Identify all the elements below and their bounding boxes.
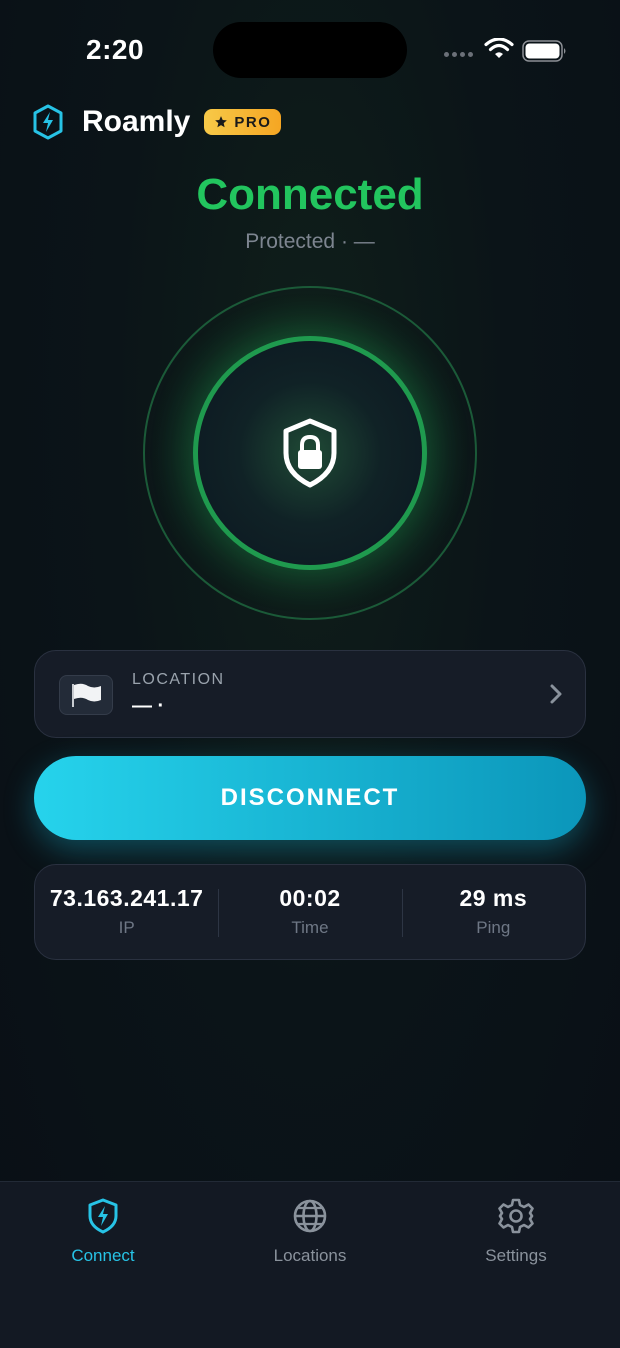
tab-label: Locations — [273, 1246, 347, 1265]
gear-icon — [498, 1198, 534, 1234]
pro-badge[interactable]: PRO — [204, 109, 282, 135]
bolt-shield-logo-icon — [33, 104, 63, 140]
dynamic-island — [213, 22, 407, 78]
stat-ping: 29 ms Ping — [401, 865, 585, 959]
tab-settings[interactable]: Settings — [436, 1196, 596, 1266]
stat-time: 00:02 Time — [218, 865, 401, 959]
app-title: Roamly — [82, 105, 191, 138]
tab-label: Settings — [485, 1246, 547, 1265]
battery-icon — [522, 40, 566, 62]
stat-label: Time — [291, 918, 329, 937]
connection-stats: 73.163.241.17 IP 00:02 Time 29 ms Ping — [34, 864, 586, 960]
tab-bar: Connect Locations Settings — [0, 1181, 620, 1348]
stat-value: 73.163.241.17 — [49, 885, 204, 911]
status-bar: 2:20 — [0, 0, 620, 100]
connection-toggle[interactable] — [193, 336, 427, 570]
app-header: Roamly PRO — [32, 104, 282, 140]
globe-icon — [293, 1199, 327, 1233]
chevron-right-icon — [550, 684, 562, 704]
star-icon — [215, 116, 228, 128]
shield-lock-icon — [283, 418, 337, 488]
wifi-icon — [484, 38, 514, 58]
connection-subtitle: Protected · — — [245, 230, 375, 253]
stat-ip: 73.163.241.17 IP — [35, 865, 218, 959]
stat-label: IP — [118, 918, 135, 937]
tab-connect[interactable]: Connect — [23, 1196, 183, 1266]
tab-label: Connect — [71, 1246, 135, 1265]
cellular-signal-icon — [444, 52, 473, 57]
stat-label: Ping — [476, 918, 511, 937]
stat-value: 00:02 — [279, 885, 341, 911]
location-value: — · — [132, 695, 165, 717]
white-flag-icon — [59, 675, 113, 715]
pro-badge-label: PRO — [234, 113, 272, 131]
location-selector[interactable]: LOCATION — · — [34, 650, 586, 738]
connection-status: Connected — [196, 170, 424, 219]
bolt-shield-icon — [88, 1198, 118, 1234]
tab-locations[interactable]: Locations — [230, 1196, 390, 1266]
status-time: 2:20 — [86, 34, 145, 65]
location-label: LOCATION — [132, 671, 225, 688]
disconnect-button[interactable]: DISCONNECT — [34, 756, 586, 840]
stat-value: 29 ms — [459, 885, 528, 911]
